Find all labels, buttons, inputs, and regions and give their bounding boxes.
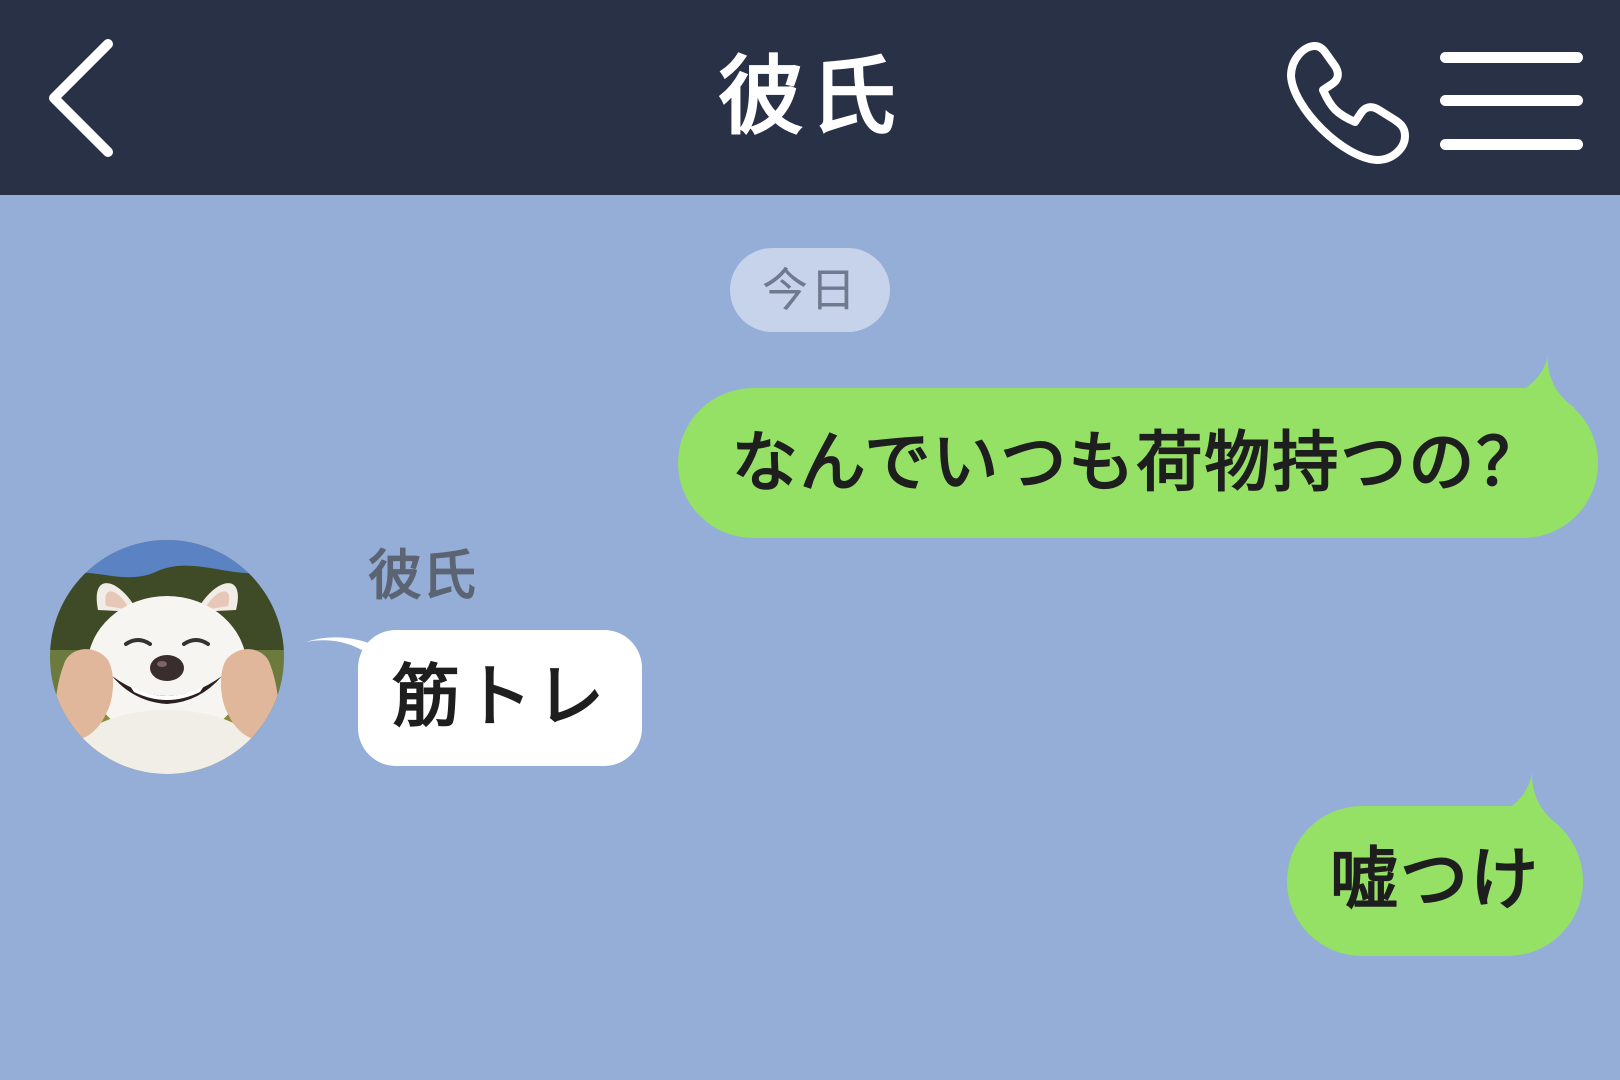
avatar[interactable] [50,540,284,774]
outgoing-message[interactable]: 嘘つけ [1287,806,1583,956]
incoming-message[interactable]: 筋トレ [358,630,642,766]
smiling-dog-photo [50,540,284,774]
sender-name: 彼氏 [368,544,476,607]
outgoing-message[interactable]: なんでいつも荷物持つの？ [678,388,1598,538]
